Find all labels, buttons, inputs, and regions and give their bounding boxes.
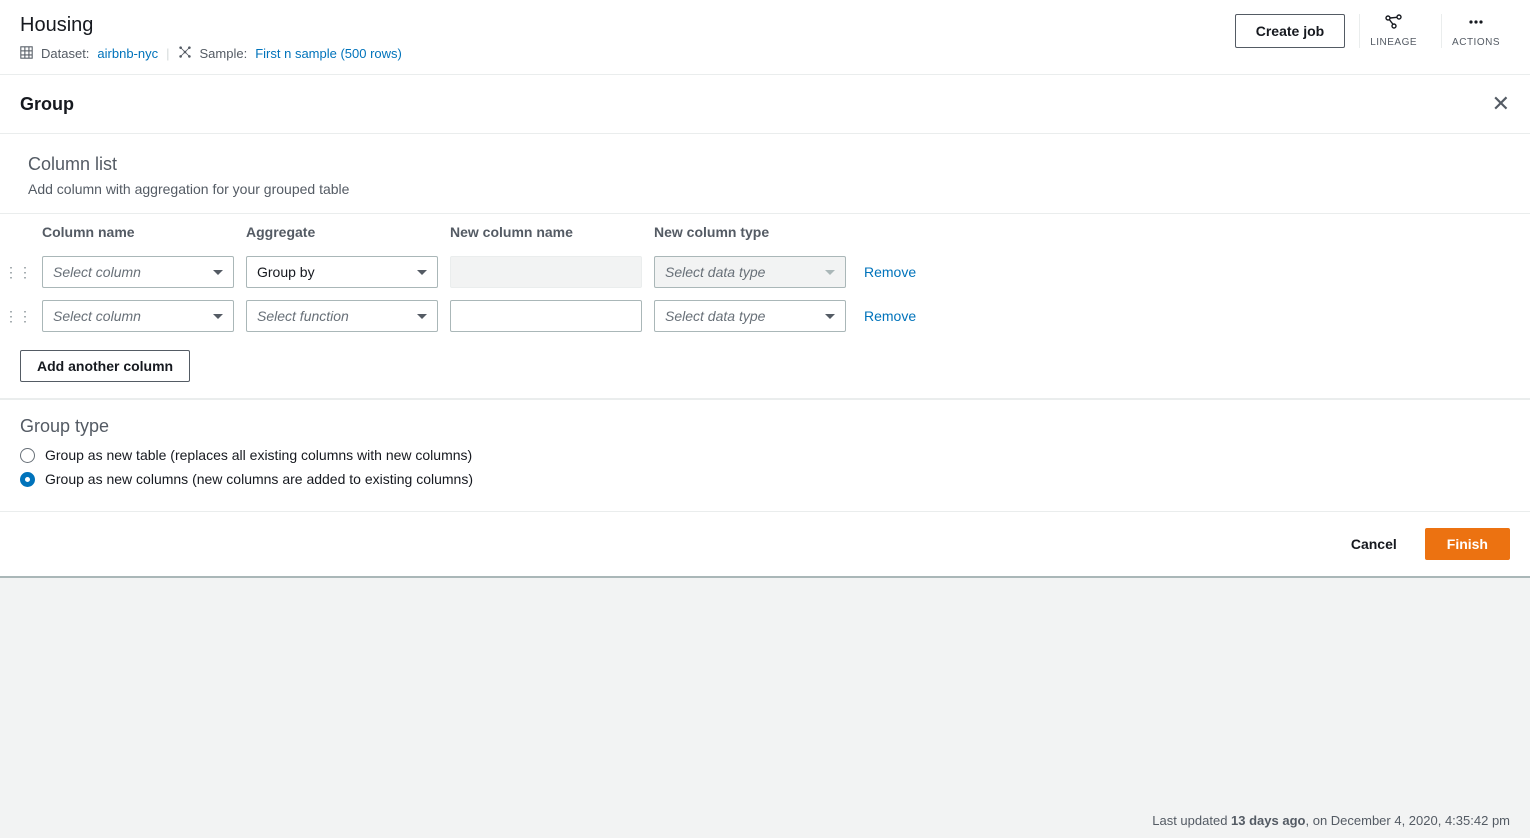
radio-label: Group as new table (replaces all existin… [45, 447, 472, 463]
last-updated-suffix: , on December 4, 2020, 4:35:42 pm [1305, 813, 1510, 828]
close-button[interactable]: ✕ [1492, 93, 1510, 115]
caret-down-icon [417, 270, 427, 275]
caret-down-icon [213, 270, 223, 275]
aggregate-select[interactable]: Select function [246, 300, 438, 332]
panel-header: Group ✕ [0, 75, 1530, 134]
column-table-head: Column name Aggregate New column name Ne… [0, 214, 1530, 250]
drag-handle-icon[interactable]: ⋮⋮ [0, 308, 36, 325]
close-icon: ✕ [1492, 91, 1510, 116]
sample-label: Sample: [200, 46, 248, 61]
group-type-section: Group type Group as new table (replaces … [0, 399, 1530, 511]
th-column-name: Column name [36, 224, 240, 240]
dataset-link[interactable]: airbnb-nyc [97, 46, 158, 61]
last-updated-prefix: Last updated [1152, 813, 1231, 828]
empty-area: Last updated 13 days ago, on December 4,… [0, 578, 1530, 838]
actions-button[interactable]: ACTIONS [1441, 14, 1510, 48]
column-select[interactable]: Select column [42, 300, 234, 332]
data-type-select: Select data type [654, 256, 846, 288]
column-row: ⋮⋮ Select column Select function Select … [0, 294, 1530, 338]
dataset-icon [20, 46, 33, 62]
lineage-label: LINEAGE [1370, 37, 1417, 48]
lineage-button[interactable]: LINEAGE [1359, 14, 1427, 48]
page-title: Housing [20, 14, 402, 37]
radio-label: Group as new columns (new columns are ad… [45, 471, 473, 487]
aggregate-select-placeholder: Select function [257, 308, 349, 324]
radio-icon [20, 472, 35, 487]
column-list-desc: Add column with aggregation for your gro… [28, 181, 1502, 197]
th-new-column-name: New column name [444, 224, 648, 240]
caret-down-icon [825, 314, 835, 319]
remove-link[interactable]: Remove [852, 264, 1530, 280]
header-meta: Dataset: airbnb-nyc | Sample: First n sa… [20, 45, 402, 62]
page-header: Housing Dataset: airbnb-nyc | Sample: Fi… [0, 0, 1530, 75]
drag-handle-icon[interactable]: ⋮⋮ [0, 264, 36, 281]
column-select[interactable]: Select column [42, 256, 234, 288]
caret-down-icon [417, 314, 427, 319]
last-updated-bold: 13 days ago [1231, 813, 1305, 828]
caret-down-icon [825, 270, 835, 275]
th-new-column-type: New column type [648, 224, 852, 240]
finish-button[interactable]: Finish [1425, 528, 1510, 560]
caret-down-icon [213, 314, 223, 319]
sample-icon [178, 45, 192, 62]
sample-link[interactable]: First n sample (500 rows) [255, 46, 402, 61]
radio-icon [20, 448, 35, 463]
column-list-section: Column list Add column with aggregation … [0, 134, 1530, 213]
remove-link[interactable]: Remove [852, 308, 1530, 324]
data-type-placeholder: Select data type [665, 308, 765, 324]
group-type-title: Group type [20, 416, 1510, 437]
column-select-placeholder: Select column [53, 264, 141, 280]
column-row: ⋮⋮ Select column Group by Select data ty… [0, 250, 1530, 294]
aggregate-select-value: Group by [257, 264, 315, 280]
header-right: Create job LINEAGE ACTIONS [1235, 14, 1510, 48]
footer-actions: Cancel Finish [0, 511, 1530, 578]
new-column-name-input [450, 256, 642, 288]
add-row: Add another column [0, 338, 1530, 398]
data-type-select[interactable]: Select data type [654, 300, 846, 332]
separator: | [166, 46, 169, 61]
radio-option-new-columns[interactable]: Group as new columns (new columns are ad… [20, 467, 1510, 491]
more-icon [1467, 14, 1485, 35]
aggregate-select[interactable]: Group by [246, 256, 438, 288]
last-updated: Last updated 13 days ago, on December 4,… [1152, 813, 1510, 828]
create-job-button[interactable]: Create job [1235, 14, 1345, 48]
column-list-title: Column list [28, 154, 1502, 175]
column-select-placeholder: Select column [53, 308, 141, 324]
add-column-button[interactable]: Add another column [20, 350, 190, 382]
panel-title: Group [20, 94, 74, 115]
data-type-placeholder: Select data type [665, 264, 765, 280]
new-column-name-input[interactable] [450, 300, 642, 332]
lineage-icon [1385, 14, 1403, 35]
radio-option-new-table[interactable]: Group as new table (replaces all existin… [20, 443, 1510, 467]
actions-label: ACTIONS [1452, 37, 1500, 48]
cancel-button[interactable]: Cancel [1335, 528, 1413, 560]
dataset-label: Dataset: [41, 46, 89, 61]
header-left: Housing Dataset: airbnb-nyc | Sample: Fi… [20, 14, 402, 62]
th-aggregate: Aggregate [240, 224, 444, 240]
column-table: Column name Aggregate New column name Ne… [0, 213, 1530, 399]
